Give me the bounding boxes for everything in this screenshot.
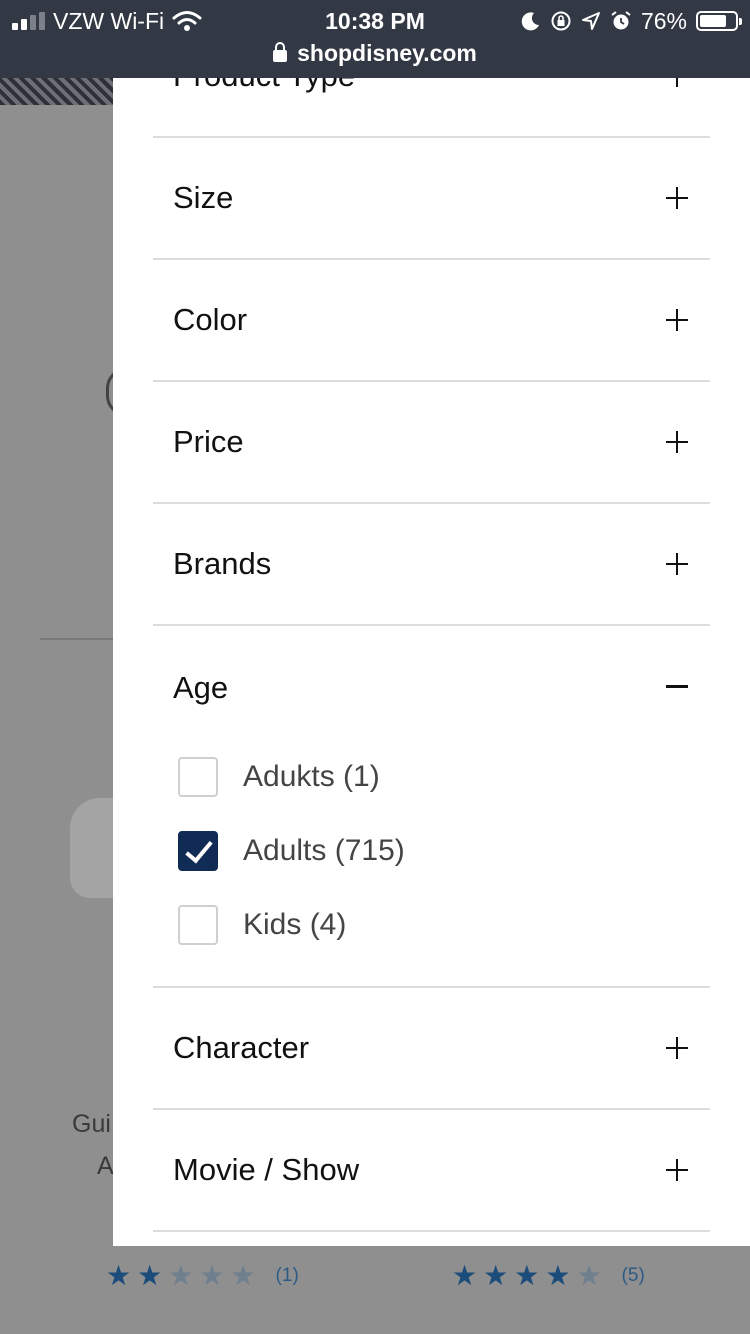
section-label: Size xyxy=(173,180,234,215)
filter-section-movie-show[interactable]: Movie / Show xyxy=(153,1110,710,1232)
battery-icon xyxy=(696,11,742,31)
filter-section-size[interactable]: Size xyxy=(153,138,710,260)
star-icon: ★ xyxy=(483,1260,509,1291)
rotation-lock-icon xyxy=(551,11,571,31)
section-label: Brands xyxy=(173,546,272,581)
star-icon: ★ xyxy=(168,1260,194,1291)
section-label: Character xyxy=(173,1030,310,1065)
filter-section-color[interactable]: Color xyxy=(153,260,710,382)
age-option[interactable]: Kids (4) xyxy=(178,905,678,945)
option-label: Kids (4) xyxy=(243,908,347,941)
section-label: Movie / Show xyxy=(173,1152,360,1187)
expand-plus-icon[interactable] xyxy=(666,1037,688,1059)
moon-icon xyxy=(521,12,539,31)
expand-plus-icon[interactable] xyxy=(666,553,688,575)
star-icon: ★ xyxy=(452,1260,478,1291)
filter-panel: Product Type Size Color Price Brands Age… xyxy=(113,78,750,1246)
rating-count: (5) xyxy=(621,1265,645,1286)
filter-section-age: Age Adukts (1) Adults (715) Kids (4) xyxy=(153,626,710,988)
collapse-minus-icon[interactable] xyxy=(666,685,688,688)
product-rating: ★ ★ ★ ★ ★ (1) xyxy=(106,1262,299,1290)
star-icon: ★ xyxy=(137,1260,163,1291)
section-label: Color xyxy=(173,302,248,337)
filter-section-price[interactable]: Price xyxy=(153,382,710,504)
address-bar[interactable]: shopdisney.com xyxy=(0,38,750,68)
filter-section-brands[interactable]: Brands xyxy=(153,504,710,626)
url-text: shopdisney.com xyxy=(297,40,477,66)
checkbox[interactable] xyxy=(178,831,218,871)
location-icon xyxy=(581,12,600,30)
status-icons: 76% xyxy=(521,6,742,36)
star-icon: ★ xyxy=(106,1260,132,1291)
section-label: Price xyxy=(173,424,244,459)
status-bar: VZW Wi-Fi 10:38 PM 76% shopdisney.com xyxy=(0,0,750,78)
product-image-partial xyxy=(0,78,113,105)
expand-plus-icon[interactable] xyxy=(666,431,688,453)
filter-section-character[interactable]: Character xyxy=(153,988,710,1110)
checkbox[interactable] xyxy=(178,757,218,797)
divider xyxy=(40,638,113,640)
star-icon: ★ xyxy=(514,1260,540,1291)
checkbox[interactable] xyxy=(178,905,218,945)
age-option[interactable]: Adukts (1) xyxy=(178,757,678,797)
filter-section-product-type[interactable]: Product Type xyxy=(153,78,710,138)
expand-plus-icon[interactable] xyxy=(666,187,688,209)
expand-plus-icon[interactable] xyxy=(666,309,688,331)
section-label: Product Type xyxy=(173,78,355,136)
option-label: Adukts (1) xyxy=(243,760,380,793)
alarm-icon xyxy=(611,11,631,30)
star-icon: ★ xyxy=(230,1260,256,1291)
lock-icon xyxy=(273,42,288,62)
battery-percent: 76% xyxy=(640,7,687,34)
option-label: Adults (715) xyxy=(243,834,405,867)
product-rating: ★ ★ ★ ★ ★ (5) xyxy=(452,1262,645,1290)
star-icon: ★ xyxy=(199,1260,225,1291)
star-icon: ★ xyxy=(545,1260,571,1291)
expand-plus-icon[interactable] xyxy=(666,1159,688,1181)
product-image-shirt xyxy=(70,798,113,898)
product-title-fragment: Gui xyxy=(72,1110,111,1138)
rating-count: (1) xyxy=(275,1265,299,1286)
expand-plus-icon[interactable] xyxy=(666,78,688,87)
star-icon: ★ xyxy=(576,1260,602,1291)
section-label[interactable]: Age xyxy=(173,626,228,750)
age-option[interactable]: Adults (715) xyxy=(178,831,678,871)
product-subtitle-fragment: A xyxy=(97,1152,114,1180)
